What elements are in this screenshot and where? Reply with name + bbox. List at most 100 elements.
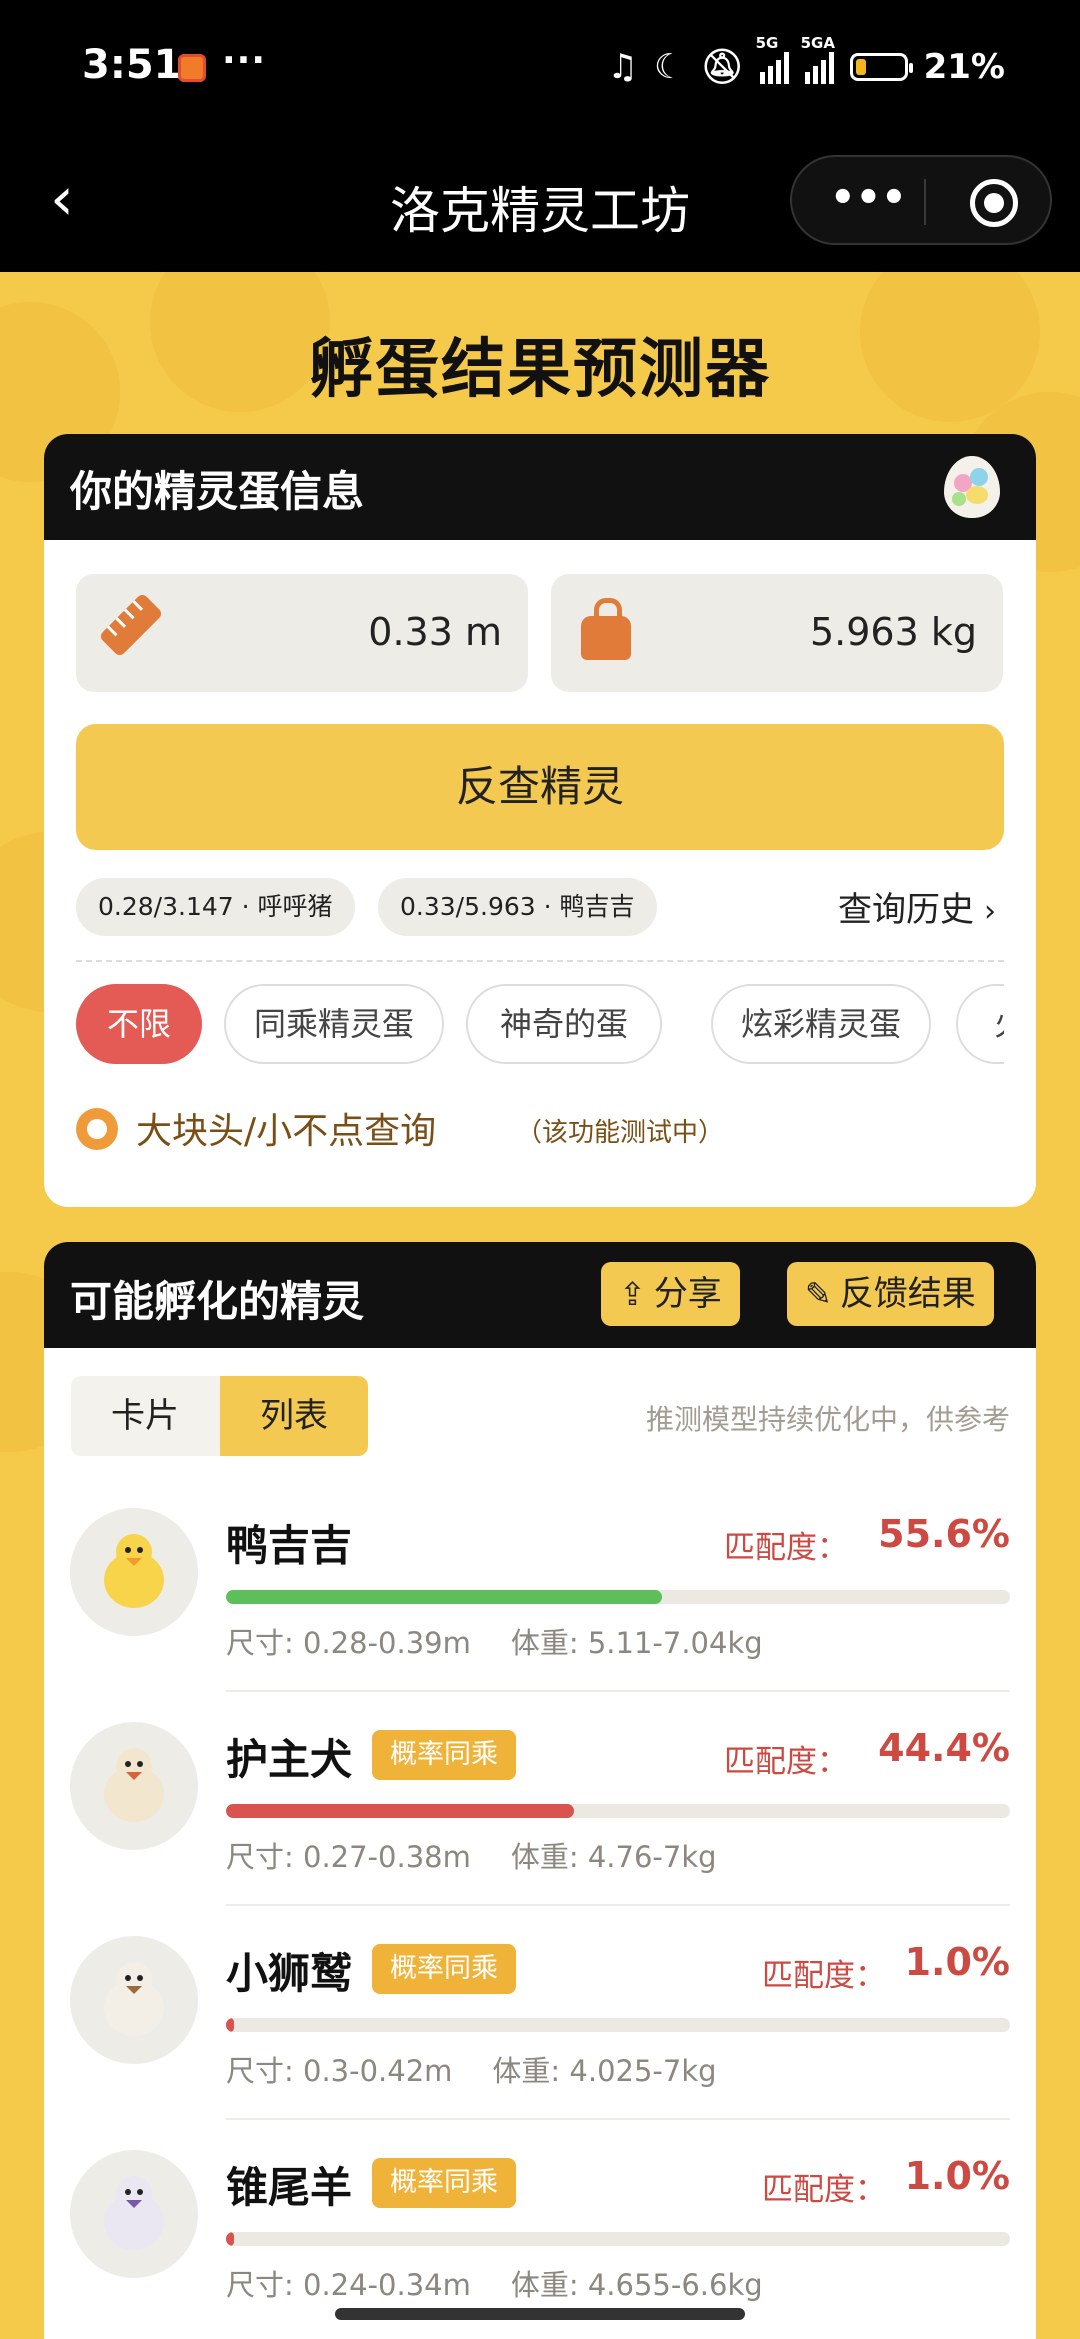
egg-icon (944, 456, 1000, 518)
app-notification-icon (178, 54, 206, 82)
list-item[interactable]: 鸭吉吉 匹配度： 55.6% 尺寸: 0.28-0.39m 体重: 5.11-7.04k… (44, 1478, 1036, 1692)
battery-percent: 21% (923, 47, 1005, 87)
match-bar (226, 2018, 1010, 2032)
weight-range: 体重: 4.025-7kg (492, 2054, 717, 2088)
signal-5ga-icon: 5GA (801, 34, 835, 84)
share-label: 分享 (653, 1274, 722, 1314)
view-toggle: 卡片 列表 (71, 1376, 368, 1456)
status-time: 3:51 (82, 42, 182, 88)
list-item[interactable]: 锥尾羊 概率同乘 匹配度： 1.0% 尺寸: 0.24-0.34m 体重: 4.655-6… (44, 2120, 1036, 2334)
home-indicator (335, 2308, 745, 2320)
match-value: 55.6% (878, 1512, 1010, 1556)
pet-avatar (70, 1722, 198, 1850)
height-value: 0.33 m (368, 610, 502, 654)
list-item[interactable]: 小狮鹫 概率同乘 匹配度： 1.0% 尺寸: 0.3-0.42m 体重: 4.025-7k… (44, 1906, 1036, 2120)
chevron-right-icon: › (984, 894, 996, 929)
more-notifications-icon: ··· (222, 40, 267, 81)
reverse-lookup-button[interactable]: 反查精灵 (76, 724, 1004, 850)
feather-icon: ✎ (805, 1275, 832, 1313)
egg-info-title: 你的精灵蛋信息 (70, 467, 365, 516)
match-label: 匹配度： (762, 1958, 886, 1994)
height-input[interactable]: 0.33 m (76, 574, 528, 692)
results-header: 可能孵化的精灵 ⇪ 分享 ✎ 反馈结果 (44, 1242, 1036, 1348)
filter-shiny-egg[interactable]: 炫彩精灵蛋 (711, 984, 931, 1064)
list-item[interactable]: 护主犬 概率同乘 匹配度： 44.4% 尺寸: 0.27-0.38m 体重: 4.76-7… (44, 1692, 1036, 1906)
match-bar-fill (226, 2018, 234, 2032)
query-history-label: 查询历史 (838, 890, 974, 930)
pet-avatar (70, 1508, 198, 1636)
weight-range: 体重: 4.655-6.6kg (510, 2268, 763, 2302)
match-bar-fill (226, 2232, 234, 2246)
egg-info-header: 你的精灵蛋信息 (44, 434, 1036, 540)
mute-icon: 🔕︎ (700, 47, 744, 87)
feedback-button[interactable]: ✎ 反馈结果 (787, 1262, 994, 1326)
pet-name: 鸭吉吉 (226, 1521, 353, 1570)
size-range: 尺寸: 0.28-0.39m (226, 1626, 471, 1660)
match-value: 44.4% (878, 1726, 1010, 1770)
share-icon: ⇪ (619, 1275, 646, 1313)
match-value: 1.0% (904, 2154, 1010, 2198)
feedback-label: 反馈结果 (839, 1274, 976, 1314)
tab-card[interactable]: 卡片 (71, 1376, 219, 1456)
match-label: 匹配度： (762, 2172, 886, 2208)
size-range: 尺寸: 0.3-0.42m (226, 2054, 453, 2088)
filter-shared-egg[interactable]: 同乘精灵蛋 (224, 984, 444, 1064)
close-target-icon[interactable] (970, 179, 1018, 227)
match-label: 匹配度： (724, 1744, 848, 1780)
ride-probability-badge: 概率同乘 (372, 2158, 516, 2208)
size-range: 尺寸: 0.24-0.34m (226, 2268, 471, 2302)
match-label: 匹配度： (724, 1530, 848, 1566)
moon-icon: ☾ (653, 47, 685, 87)
results-title: 可能孵化的精灵 (70, 1277, 365, 1326)
match-bar-fill (226, 1590, 662, 1604)
pet-name: 小狮鹫 (226, 1949, 353, 1998)
radio-icon (76, 1108, 118, 1150)
share-button[interactable]: ⇪ 分享 (601, 1262, 740, 1326)
filter-magic-egg[interactable]: 神奇的蛋 (466, 984, 662, 1064)
filter-fire[interactable]: 火焰 (956, 984, 1004, 1064)
match-bar-fill (226, 1804, 575, 1818)
signal-5g-icon: 5G (756, 34, 789, 84)
status-bar: 3:51 ··· ♫ ☾ 🔕︎ 5G 5GA 21% (0, 0, 1080, 135)
weight-range: 体重: 4.76-7kg (510, 1840, 717, 1874)
pet-name: 锥尾羊 (226, 2163, 353, 2212)
weight-value: 5.963 kg (810, 610, 977, 654)
egg-type-filters: 不限同乘精灵蛋神奇的蛋炫彩精灵蛋火焰 (76, 984, 1004, 1066)
filter-all[interactable]: 不限 (76, 984, 202, 1064)
size-range: 尺寸: 0.27-0.38m (226, 1840, 471, 1874)
ride-probability-badge: 概率同乘 (372, 1730, 516, 1780)
ride-probability-badge: 概率同乘 (372, 1944, 516, 1994)
status-icons: ♫ ☾ 🔕︎ 5G 5GA 21% (607, 34, 1005, 92)
pet-name: 护主犬 (226, 1735, 353, 1784)
earbuds-icon: ♫ (607, 47, 638, 87)
pet-avatar (70, 1936, 198, 2064)
match-value: 1.0% (904, 1940, 1010, 1984)
results-card: 可能孵化的精灵 ⇪ 分享 ✎ 反馈结果 卡片 列表 推测模型持续优化中，供参考 鸭吉… (44, 1242, 1036, 2339)
pet-stats: 尺寸: 0.24-0.34m 体重: 4.655-6.6kg (226, 2262, 803, 2304)
pet-stats: 尺寸: 0.3-0.42m 体重: 4.025-7kg (226, 2048, 757, 2090)
option-label: 大块头/小不点查询 (136, 1111, 437, 1152)
weight-input[interactable]: 5.963 kg (551, 574, 1003, 692)
page-title: 孵蛋结果预测器 (309, 333, 771, 407)
pet-avatar (70, 2150, 198, 2278)
model-note: 推测模型持续优化中，供参考 (645, 1403, 1010, 1436)
ruler-icon (98, 592, 164, 658)
history-chip[interactable]: 0.28/3.147 · 呼呼猪 (76, 878, 355, 936)
tab-list[interactable]: 列表 (220, 1376, 368, 1456)
option-note: （该功能测试中） (516, 1118, 725, 1148)
match-bar (226, 1804, 1010, 1818)
match-bar (226, 1590, 1010, 1604)
battery-icon (849, 53, 913, 81)
more-icon[interactable]: ••• (830, 175, 907, 221)
weight-icon (581, 598, 631, 660)
history-chip[interactable]: 0.33/5.963 · 鸭吉吉 (378, 878, 657, 936)
match-bar (226, 2232, 1010, 2246)
pet-stats: 尺寸: 0.28-0.39m 体重: 5.11-7.04kg (226, 1620, 803, 1662)
egg-info-card: 你的精灵蛋信息 0.33 m 5.963 kg 反查精灵 0.28/3.147 … (44, 434, 1036, 1207)
query-history-link[interactable]: 查询历史 › (838, 882, 996, 931)
divider (76, 960, 1004, 962)
weight-range: 体重: 5.11-7.04kg (510, 1626, 763, 1660)
miniprogram-capsule: ••• (790, 155, 1052, 245)
nav-bar: ‹ 洛克精灵工坊 ••• (0, 135, 1080, 272)
pet-stats: 尺寸: 0.27-0.38m 体重: 4.76-7kg (226, 1834, 757, 1876)
